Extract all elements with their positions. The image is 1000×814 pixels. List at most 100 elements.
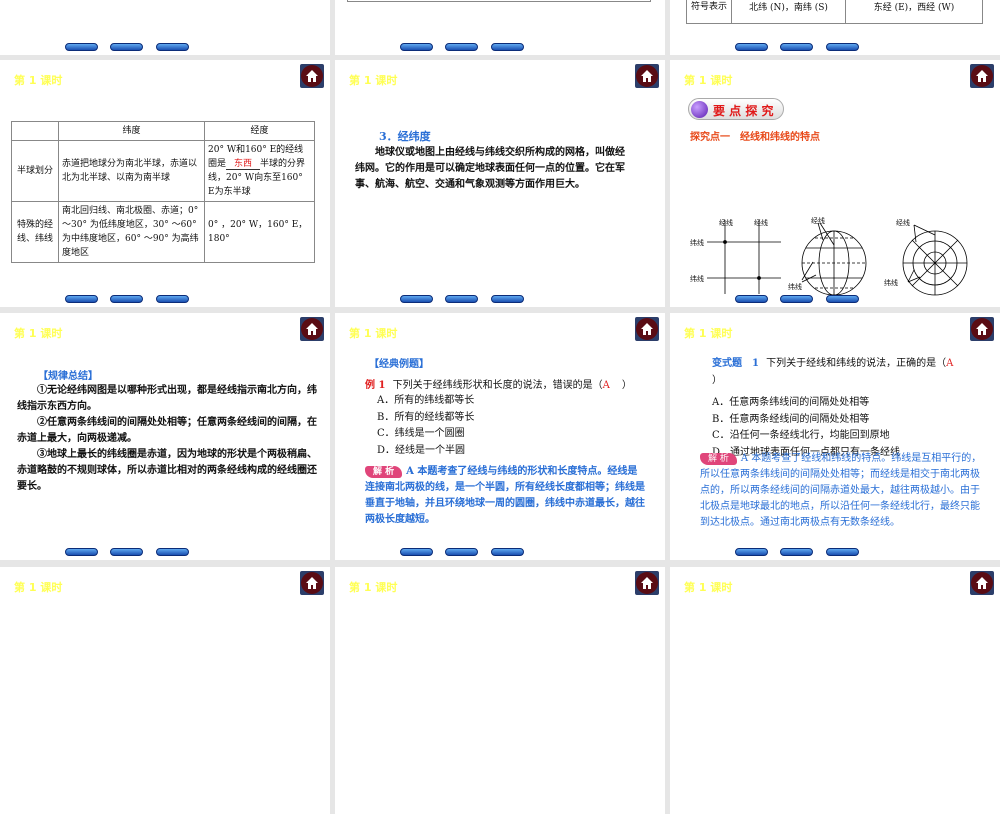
- nav-button-2[interactable]: [445, 43, 478, 51]
- home-icon: [976, 577, 988, 589]
- row-label: 特殊的经线、纬线: [11, 201, 59, 263]
- home-icon: [641, 577, 653, 589]
- lat-lon-table: 纬度 经度 半球划分 赤道把地球分为南北半球，赤道以北为北半球、以南为南半球 20° …: [11, 121, 315, 263]
- answer: A: [602, 380, 610, 391]
- option-a: A．所有的纬线都等长: [377, 395, 475, 406]
- section-heading: 3．经纬度: [379, 130, 431, 143]
- label-meridian: 经线: [811, 217, 825, 225]
- question-text: 下列关于经线和纬线的说法，正确的是（: [766, 358, 947, 369]
- cell-lon: 0° ，20° W，160° E，180°: [204, 201, 315, 263]
- question: 变式题 1 下列关于经线和纬线的说法，正确的是（A ）: [712, 355, 982, 389]
- symbol-table: 符号表示 北纬 (N)，南纬 (S) 东经 (E)，西经 (W): [686, 0, 983, 24]
- header-lat: 纬度: [58, 121, 205, 141]
- nav-button-3[interactable]: [826, 295, 859, 303]
- nav-button-2[interactable]: [445, 548, 478, 556]
- nav-button-3[interactable]: [156, 548, 189, 556]
- analysis: 解 析A 本题考查了经线和纬线的特点。纬线是互相平行的，所以任意两条纬线间的间隔…: [700, 451, 985, 531]
- rules-heading: 【规律总结】: [38, 371, 98, 382]
- body-text: 地球仪或地图上由经线与纬线交织所构成的网格，叫做经纬网。它的作用是可以确定地球表…: [355, 147, 625, 190]
- cell-lat: 赤道把地球分为南北半球，赤道以北为北半球、以南为南半球: [58, 140, 205, 202]
- header-empty: [11, 121, 59, 141]
- nav-button-1[interactable]: [735, 295, 768, 303]
- example-heading: 【经典例题】: [369, 359, 429, 370]
- option-c: C．沿任何一条经线北行，均能回到原地: [712, 430, 890, 441]
- nav-button-1[interactable]: [400, 548, 433, 556]
- label-parallel: 纬线: [788, 283, 802, 291]
- example-label: 例 1: [365, 380, 386, 391]
- home-button[interactable]: [970, 571, 994, 595]
- home-button[interactable]: [635, 64, 659, 88]
- lesson-title: 第 1 课时: [684, 581, 733, 594]
- nav-button-2[interactable]: [445, 295, 478, 303]
- label-meridian: 经线: [719, 219, 733, 227]
- analysis: 解 析A 本题考查了经线与纬线的形状和长度特点。经线是连接南北两极的线，是一个半…: [365, 464, 645, 528]
- cell-lat: 南北回归线、南北极圈、赤道；0° ～30° 为低纬度地区，30° ～60° 为中…: [58, 201, 205, 263]
- question-close: ）: [621, 380, 632, 391]
- home-button[interactable]: [300, 64, 324, 88]
- slide-explore: 第 1 课时 要 点 探 究 探究点一 经线和纬线的特点 经线 经线 纬线 纬线…: [670, 60, 1000, 307]
- nav-button-1[interactable]: [65, 295, 98, 303]
- home-button[interactable]: [300, 571, 324, 595]
- nav-button-2[interactable]: [110, 43, 143, 51]
- nav-button-3[interactable]: [826, 43, 859, 51]
- slide-r3c2: 第 1 课时: [335, 567, 665, 814]
- table-fragment: [347, 0, 651, 2]
- home-button[interactable]: [300, 317, 324, 341]
- nav-button-3[interactable]: [826, 548, 859, 556]
- home-icon: [306, 70, 318, 82]
- question-close: ）: [712, 375, 722, 386]
- home-button[interactable]: [970, 64, 994, 88]
- nav-button-1[interactable]: [400, 43, 433, 51]
- slide-r3c3: 第 1 课时: [670, 567, 1000, 814]
- label-parallel: 纬线: [884, 279, 898, 287]
- rule-item: ②任意两条纬线间的间隔处处相等；任意两条经线间的间隔，在赤道上最大，向两极递减。: [17, 417, 317, 444]
- nav-button-1[interactable]: [735, 43, 768, 51]
- label-parallel: 纬线: [690, 239, 704, 247]
- lesson-title: 第 1 课时: [14, 327, 63, 340]
- lesson-title: 第 1 课时: [349, 327, 398, 340]
- nav-button-2[interactable]: [780, 295, 813, 303]
- nav-button-2[interactable]: [110, 295, 143, 303]
- option-a: A．任意两条纬线间的间隔处处相等: [712, 397, 870, 408]
- lesson-title: 第 1 课时: [684, 74, 733, 87]
- nav-button-3[interactable]: [491, 295, 524, 303]
- header-lon: 经度: [204, 121, 315, 141]
- analysis-tag: 解 析: [700, 453, 737, 465]
- slide-r0c2: [335, 0, 665, 55]
- home-icon: [641, 70, 653, 82]
- slide-variant: 第 1 课时 变式题 1 下列关于经线和纬线的说法，正确的是（A ） A．任意两条…: [670, 313, 1000, 560]
- lat-symbol: 北纬 (N)，南纬 (S): [731, 0, 846, 24]
- section-badge: 要 点 探 究: [688, 98, 784, 120]
- nav-button-3[interactable]: [491, 43, 524, 51]
- home-button[interactable]: [970, 317, 994, 341]
- variant-label: 变式题 1: [712, 358, 759, 369]
- nav-button-2[interactable]: [780, 548, 813, 556]
- home-button[interactable]: [635, 317, 659, 341]
- nav-button-3[interactable]: [156, 295, 189, 303]
- label-parallel: 纬线: [690, 275, 704, 283]
- question: 例 1 下列关于经纬线形状和长度的说法，错误的是（A ）: [365, 376, 632, 391]
- nav-button-1[interactable]: [65, 43, 98, 51]
- analysis-text: A 本题考查了经线与纬线的形状和长度特点。经线是连接南北两极的线，是一个半圆，所…: [365, 466, 645, 525]
- home-button[interactable]: [635, 571, 659, 595]
- nav-button-1[interactable]: [65, 548, 98, 556]
- slide-rules: 第 1 课时 【规律总结】 ①无论经纬网图是以哪种形式出现，都是经线指示南北方向…: [0, 313, 330, 560]
- nav-button-1[interactable]: [400, 295, 433, 303]
- subtitle: 探究点一 经线和纬线的特点: [690, 132, 820, 143]
- slide-r3c1: 第 1 课时: [0, 567, 330, 814]
- nav-button-1[interactable]: [735, 548, 768, 556]
- nav-button-2[interactable]: [110, 548, 143, 556]
- slide-table: 第 1 课时 纬度 经度 半球划分 赤道把地球分为南北半球，赤道以北为北半球、以南为…: [0, 60, 330, 307]
- analysis-tag: 解 析: [365, 466, 403, 478]
- bullet-icon: [691, 101, 708, 118]
- nav-button-3[interactable]: [156, 43, 189, 51]
- slide-grid: 第 1 课时 3．经纬度 地球仪或地图上由经线与纬线交织所构成的网格，叫做经纬网…: [335, 60, 665, 307]
- nav-button-2[interactable]: [780, 43, 813, 51]
- lesson-title: 第 1 课时: [14, 74, 63, 87]
- nav-button-3[interactable]: [491, 548, 524, 556]
- cell-lon: 20° W和160° E的经线圈是 东西 半球的分界线，20° W向东至160° E…: [204, 140, 315, 202]
- label-meridian: 经线: [896, 219, 910, 227]
- answer: A: [946, 358, 954, 369]
- lon-symbol: 东经 (E)，西经 (W): [845, 0, 983, 24]
- rule-item: ③地球上最长的纬线圈是赤道，因为地球的形状是个两极稍扁、赤道略鼓的不规则球体，所…: [17, 449, 317, 492]
